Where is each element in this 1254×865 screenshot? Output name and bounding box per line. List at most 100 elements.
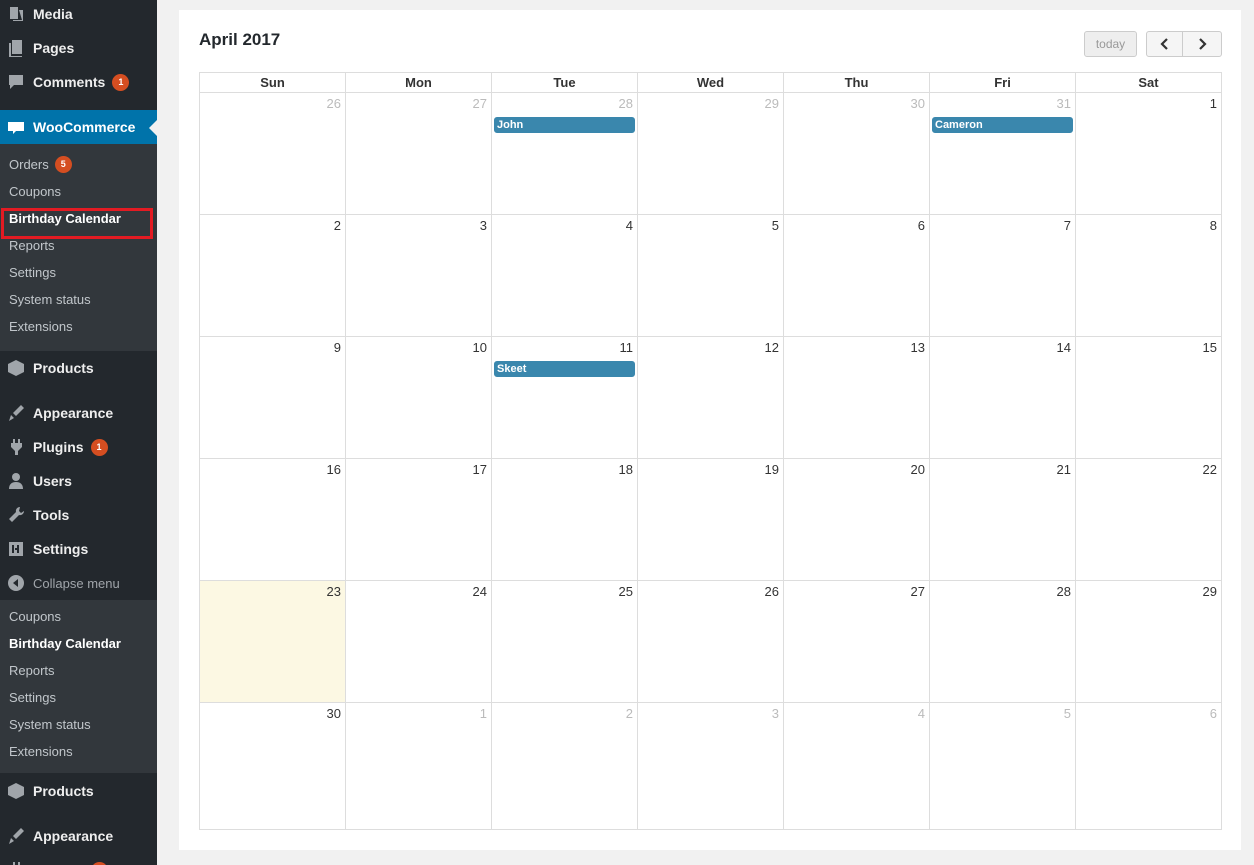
day-cell-today[interactable]: 23 <box>200 581 346 702</box>
menu-item-products[interactable]: Products <box>0 774 157 808</box>
day-cell[interactable]: 20 <box>784 459 930 580</box>
submenu-item-label: Birthday Calendar <box>9 211 121 226</box>
day-number: 10 <box>472 340 487 355</box>
appearance-icon <box>6 403 26 423</box>
day-cell[interactable]: 26 <box>638 581 784 702</box>
day-cell[interactable]: 27 <box>346 93 492 214</box>
day-cell[interactable]: 16 <box>200 459 346 580</box>
today-button[interactable]: today <box>1084 31 1137 57</box>
menu-item-label: WooCommerce <box>33 119 136 135</box>
menu-item-plugins[interactable]: Plugins1 <box>0 430 157 464</box>
day-cell[interactable]: 12 <box>638 337 784 458</box>
menu-item-appearance[interactable]: Appearance <box>0 396 157 430</box>
menu-item-pages[interactable]: Pages <box>0 31 157 65</box>
submenu-item-orders[interactable]: Orders 5 <box>0 151 157 178</box>
next-month-button[interactable] <box>1182 31 1222 57</box>
notification-badge: 5 <box>54 156 72 173</box>
day-cell[interactable]: 31 Cameron <box>930 93 1076 214</box>
menu-item-media[interactable]: Media <box>0 0 157 31</box>
collapse-icon <box>6 573 26 593</box>
day-cell[interactable]: 15 <box>1076 337 1221 458</box>
day-cell[interactable]: 28 <box>930 581 1076 702</box>
day-cell[interactable]: 29 <box>638 93 784 214</box>
day-cell[interactable]: 9 <box>200 337 346 458</box>
day-cell[interactable]: 1 <box>1076 93 1221 214</box>
day-cell[interactable]: 2 <box>492 703 638 829</box>
menu-item-comments[interactable]: Comments 1 <box>0 65 157 99</box>
day-number: 15 <box>1202 340 1217 355</box>
day-number: 8 <box>1209 218 1217 233</box>
birthday-event[interactable]: Cameron <box>932 117 1073 133</box>
day-cell[interactable]: 22 <box>1076 459 1221 580</box>
submenu-item-reports[interactable]: Reports <box>0 232 157 259</box>
day-cell[interactable]: 5 <box>638 215 784 336</box>
submenu-item-extensions[interactable]: Extensions <box>0 738 157 765</box>
day-cell[interactable]: 4 <box>492 215 638 336</box>
submenu-item-coupons[interactable]: Coupons <box>0 178 157 205</box>
day-number: 28 <box>618 96 633 111</box>
menu-item-label: Products <box>33 360 94 376</box>
menu-item-appearance[interactable]: Appearance <box>0 819 157 853</box>
weekday-thu: Thu <box>784 73 930 92</box>
day-cell[interactable]: 24 <box>346 581 492 702</box>
day-number: 28 <box>1056 584 1071 599</box>
menu-item-products[interactable]: Products <box>0 351 157 385</box>
notification-badge: 1 <box>90 861 108 865</box>
menu-item-label: Pages <box>33 40 75 56</box>
menu-item-tools[interactable]: Tools <box>0 498 157 532</box>
submenu-item-system-status[interactable]: System status <box>0 711 157 738</box>
day-cell[interactable]: 8 <box>1076 215 1221 336</box>
submenu-item-label: Extensions <box>9 319 73 334</box>
submenu-item-coupons[interactable]: Coupons <box>0 603 157 630</box>
day-cell[interactable]: 6 <box>784 215 930 336</box>
day-cell[interactable]: 27 <box>784 581 930 702</box>
day-cell[interactable]: 3 <box>638 703 784 829</box>
day-cell[interactable]: 29 <box>1076 581 1221 702</box>
submenu-item-label: Orders <box>9 157 49 172</box>
birthday-event[interactable]: Skeet <box>494 361 635 377</box>
day-cell[interactable]: 5 <box>930 703 1076 829</box>
day-number: 27 <box>472 96 487 111</box>
day-cell[interactable]: 1 <box>346 703 492 829</box>
day-cell[interactable]: 2 <box>200 215 346 336</box>
submenu-item-settings[interactable]: Settings <box>0 684 157 711</box>
menu-item-plugins[interactable]: Plugins1 <box>0 853 157 865</box>
day-cell[interactable]: 7 <box>930 215 1076 336</box>
day-cell[interactable]: 18 <box>492 459 638 580</box>
day-number: 27 <box>910 584 925 599</box>
birthday-event[interactable]: John <box>494 117 635 133</box>
menu-item-settings[interactable]: Settings <box>0 532 157 566</box>
submenu-item-birthday-calendar[interactable]: Birthday Calendar <box>0 205 157 232</box>
submenu-item-birthday-calendar[interactable]: Birthday Calendar <box>0 630 157 657</box>
day-number: 7 <box>1063 218 1071 233</box>
menu-item-users[interactable]: Users <box>0 464 157 498</box>
day-number: 29 <box>764 96 779 111</box>
day-number: 12 <box>764 340 779 355</box>
submenu-item-reports[interactable]: Reports <box>0 657 157 684</box>
day-cell[interactable]: 13 <box>784 337 930 458</box>
day-cell[interactable]: 21 <box>930 459 1076 580</box>
day-cell[interactable]: 17 <box>346 459 492 580</box>
day-cell[interactable]: 19 <box>638 459 784 580</box>
products-icon <box>6 781 26 801</box>
calendar-grid: Sun Mon Tue Wed Thu Fri Sat 26 27 28 John 29 30 31 Ca… <box>199 72 1222 830</box>
prev-month-button[interactable] <box>1146 31 1183 57</box>
menu-item-collapse-menu[interactable]: Collapse menu <box>0 566 157 600</box>
day-cell[interactable]: 25 <box>492 581 638 702</box>
submenu-item-settings[interactable]: Settings <box>0 259 157 286</box>
day-cell[interactable]: 10 <box>346 337 492 458</box>
menu-item-label: Collapse menu <box>33 575 120 591</box>
day-cell[interactable]: 30 <box>784 93 930 214</box>
day-cell[interactable]: 14 <box>930 337 1076 458</box>
day-cell[interactable]: 6 <box>1076 703 1221 829</box>
day-cell[interactable]: 28 John <box>492 93 638 214</box>
day-cell[interactable]: 30 <box>200 703 346 829</box>
day-cell[interactable]: 26 <box>200 93 346 214</box>
menu-item-woocommerce[interactable]: WooCommerce <box>0 110 157 144</box>
submenu-item-extensions[interactable]: Extensions <box>0 313 157 340</box>
day-cell[interactable]: 3 <box>346 215 492 336</box>
day-cell[interactable]: 11 Skeet <box>492 337 638 458</box>
submenu-item-system-status[interactable]: System status <box>0 286 157 313</box>
day-cell[interactable]: 4 <box>784 703 930 829</box>
weekday-header: Sun Mon Tue Wed Thu Fri Sat <box>200 73 1221 93</box>
